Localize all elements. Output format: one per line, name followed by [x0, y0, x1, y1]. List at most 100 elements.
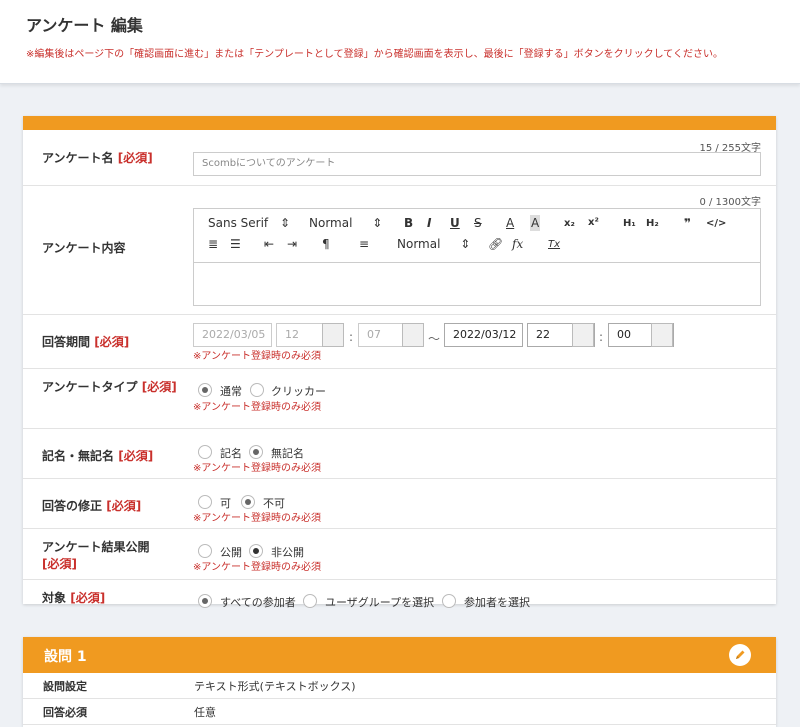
bullet-list-icon[interactable]: ☰	[230, 236, 241, 252]
text-direction-icon[interactable]: ¶	[322, 236, 330, 252]
h2-button[interactable]: H₂	[646, 216, 659, 232]
size-select[interactable]: Normal ⇕	[309, 215, 382, 231]
italic-button[interactable]: I	[427, 215, 431, 231]
bold-button[interactable]: B	[404, 215, 413, 231]
survey-content-label: アンケート内容	[42, 241, 126, 255]
radio-edit-denied[interactable]	[241, 495, 255, 509]
code-button[interactable]: </>	[706, 216, 726, 232]
row-answer-edit: 回答の修正 [必須] 可 不可 ※アンケート登録時のみ必須	[23, 479, 776, 529]
edit-question-button[interactable]	[729, 644, 751, 666]
required-note: ※アンケート登録時のみ必須	[193, 351, 321, 362]
radio-target-all-label: すべての参加者	[220, 596, 296, 609]
radio-named[interactable]	[198, 445, 212, 459]
required-note: ※アンケート登録時のみ必須	[193, 402, 321, 413]
row-result-publish: アンケート結果公開 [必須] 公開 非公開 ※アンケート登録時のみ必須	[23, 529, 776, 580]
chevron-updown-icon: ⇕	[460, 237, 471, 251]
font-select-value: Sans Serif	[208, 216, 269, 230]
answer-required-value: 任意	[194, 706, 216, 719]
superscript-button[interactable]: x²	[588, 215, 599, 231]
question-setting-key: 設問設定	[43, 680, 87, 693]
row-survey-content: アンケート内容 0 / 1300文字 Sans Serif ⇕ Normal ⇕…	[23, 186, 776, 315]
h1-button[interactable]: H₁	[623, 216, 636, 232]
chevron-updown-icon: ⇕	[372, 216, 383, 230]
header-select-value: Normal	[397, 237, 441, 251]
radio-target-group-label: ユーザグループを選択	[325, 596, 435, 609]
radio-type-normal-label: 通常	[220, 385, 242, 398]
required-tag: [必須]	[106, 499, 142, 513]
background-color-button[interactable]: A	[530, 215, 541, 231]
required-tag: [必須]	[94, 335, 130, 349]
link-icon[interactable]: 🔗︎	[488, 236, 503, 252]
indent-icon[interactable]: ⇥	[287, 236, 297, 252]
edit-notice: ※編集後はページ下の「確認画面に進む」または「テンプレートとして登録」から確認画…	[26, 49, 723, 60]
required-tag: [必須]	[117, 151, 153, 165]
survey-type-label: アンケートタイプ [必須]	[42, 379, 182, 396]
radio-edit-allowed[interactable]	[198, 495, 212, 509]
start-hour-spinner[interactable]	[322, 323, 344, 347]
required-tag: [必須]	[141, 380, 177, 394]
start-min-spinner[interactable]	[402, 323, 424, 347]
row-survey-name: アンケート名 [必須] 15 / 255文字 Scombについてのアンケート	[23, 130, 776, 186]
chevron-updown-icon: ⇕	[279, 216, 291, 230]
pencil-icon	[736, 650, 745, 659]
required-note: ※アンケート登録時のみ必須	[193, 463, 321, 474]
header-select[interactable]: Normal ⇕	[397, 236, 470, 252]
question-setting-row: 設問設定 テキスト形式(テキストボックス)	[23, 673, 776, 699]
end-min-spinner[interactable]	[651, 323, 673, 347]
radio-target-participant-label: 参加者を選択	[464, 596, 530, 609]
question-setting-value: テキスト形式(テキストボックス)	[194, 680, 356, 693]
radio-type-clicker-label: クリッカー	[271, 385, 326, 398]
target-label: 対象 [必須]	[42, 590, 105, 607]
colon-separator: :	[349, 330, 354, 344]
answer-edit-label-text: 回答の修正	[42, 499, 103, 513]
answer-period-label: 回答期間 [必須]	[42, 334, 129, 351]
required-tag: [必須]	[70, 591, 106, 605]
row-target: 対象 [必須] すべての参加者 ユーザグループを選択 参加者を選択	[23, 580, 776, 618]
outdent-icon[interactable]: ⇤	[264, 236, 274, 252]
required-tag: [必須]	[118, 449, 154, 463]
quote-button[interactable]: ❞	[684, 215, 691, 231]
required-note: ※アンケート登録時のみ必須	[193, 562, 321, 573]
survey-name-label: アンケート名 [必須]	[42, 150, 153, 167]
clear-format-button[interactable]: Tx	[548, 237, 560, 253]
answer-period-label-text: 回答期間	[42, 335, 91, 349]
result-publish-label: アンケート結果公開 [必須]	[42, 539, 182, 573]
radio-target-group[interactable]	[303, 594, 317, 608]
font-select[interactable]: Sans Serif ⇕	[208, 215, 290, 231]
answer-required-key: 回答必須	[43, 706, 87, 719]
subscript-button[interactable]: x₂	[564, 216, 575, 232]
result-publish-label-text: アンケート結果公開	[42, 540, 150, 554]
formula-button[interactable]: fx	[512, 236, 523, 252]
named-label: 記名・無記名 [必須]	[42, 448, 153, 465]
page-header: アンケート 編集 ※編集後はページ下の「確認画面に進む」または「テンプレートとし…	[0, 0, 800, 84]
strike-button[interactable]: S	[474, 215, 482, 231]
survey-name-input[interactable]: Scombについてのアンケート	[193, 152, 761, 176]
radio-type-clicker[interactable]	[250, 383, 264, 397]
radio-anonymous[interactable]	[249, 445, 263, 459]
end-hour-spinner[interactable]	[572, 323, 594, 347]
survey-type-label-text: アンケートタイプ	[42, 380, 138, 394]
radio-target-all[interactable]	[198, 594, 212, 608]
named-label-text: 記名・無記名	[42, 449, 115, 463]
row-survey-type: アンケートタイプ [必須] 通常 クリッカー ※アンケート登録時のみ必須	[23, 369, 776, 429]
end-date-field[interactable]: 2022/03/12	[444, 323, 523, 347]
radio-type-normal[interactable]	[198, 383, 212, 397]
align-icon[interactable]: ≡	[359, 236, 369, 252]
required-note: ※アンケート登録時のみ必須	[193, 513, 321, 524]
answer-required-row: 回答必須 任意	[23, 699, 776, 725]
radio-public[interactable]	[198, 544, 212, 558]
rich-text-editor: Sans Serif ⇕ Normal ⇕ B I U S A A x₂ x² …	[193, 208, 761, 306]
size-select-value: Normal	[309, 216, 353, 230]
start-date-field[interactable]: 2022/03/05	[193, 323, 272, 347]
survey-content-counter: 0 / 1300文字	[699, 197, 761, 208]
survey-form-card: アンケート名 [必須] 15 / 255文字 Scombについてのアンケート ア…	[23, 116, 776, 609]
radio-target-participant[interactable]	[442, 594, 456, 608]
target-label-text: 対象	[42, 591, 67, 605]
question-card: 設問 1 設問設定 テキスト形式(テキストボックス) 回答必須 任意	[23, 637, 776, 727]
ordered-list-icon[interactable]: ≣	[208, 236, 218, 252]
row-named: 記名・無記名 [必須] 記名 無記名 ※アンケート登録時のみ必須	[23, 429, 776, 479]
text-color-button[interactable]: A	[506, 215, 514, 231]
underline-button[interactable]: U	[450, 215, 460, 231]
radio-private[interactable]	[249, 544, 263, 558]
question-header: 設問 1	[23, 637, 776, 673]
